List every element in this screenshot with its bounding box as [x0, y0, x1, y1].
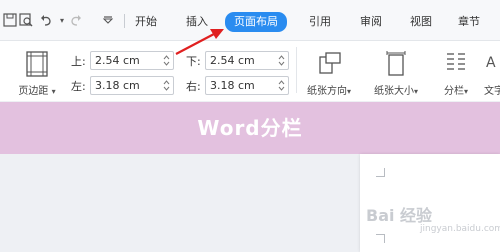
right-margin-value: 3.18 cm — [210, 79, 255, 92]
text-direction-button[interactable]: A 文字 — [480, 41, 500, 101]
bottom-margin-field[interactable]: 2.54 cm — [205, 51, 289, 70]
paper-size-label: 纸张大小▾ — [373, 86, 418, 97]
customize-icon[interactable] — [100, 12, 116, 28]
top-margin-value: 2.54 cm — [95, 54, 140, 67]
tab-page-layout[interactable]: 页面布局 — [225, 12, 287, 32]
page-corner-mark — [376, 168, 385, 177]
bottom-margin-spinner-icon[interactable] — [278, 54, 285, 67]
left-margin-label: 左: — [71, 80, 86, 93]
right-margin-label: 右: — [186, 80, 201, 93]
toolbar-divider — [124, 14, 125, 28]
text-direction-icon: A — [486, 55, 496, 71]
tab-insert[interactable]: 插入 — [186, 13, 208, 31]
print-preview-icon[interactable] — [18, 12, 34, 28]
paper-size-icon — [386, 51, 406, 76]
margins-label: 页边距 ▾ — [18, 86, 56, 97]
margins-button[interactable]: 页边距 ▾ — [12, 41, 62, 101]
margins-icon — [26, 51, 48, 77]
columns-button[interactable]: 分栏▾ — [434, 41, 478, 101]
ribbon-toolbar: 页边距 ▾ 上: 2.54 cm 左: 3.18 cm 下: 2.54 cm 右… — [0, 40, 500, 101]
tab-chapter[interactable]: 章节 — [458, 13, 480, 31]
right-margin-spinner-icon[interactable] — [278, 79, 285, 92]
tab-review[interactable]: 审阅 — [360, 13, 382, 31]
paper-size-button[interactable]: 纸张大小▾ — [366, 41, 426, 101]
save-icon[interactable] — [2, 12, 18, 28]
ribbon-divider — [296, 47, 297, 93]
orientation-icon — [319, 52, 341, 74]
title-banner: Word分栏 — [0, 102, 500, 154]
orientation-label: 纸张方向▾ — [306, 86, 351, 97]
right-margin-field[interactable]: 3.18 cm — [205, 76, 289, 95]
top-margin-label: 上: — [71, 55, 86, 68]
top-margin-spinner-icon[interactable] — [163, 54, 170, 67]
text-direction-label: 文字 — [484, 86, 500, 97]
bottom-margin-value: 2.54 cm — [210, 54, 255, 67]
columns-label: 分栏▾ — [443, 86, 468, 97]
left-margin-spinner-icon[interactable] — [163, 79, 170, 92]
bottom-margin-label: 下: — [186, 55, 201, 68]
tab-references[interactable]: 引用 — [309, 13, 331, 31]
left-margin-value: 3.18 cm — [95, 79, 140, 92]
svg-text:A: A — [486, 55, 496, 71]
page-corner-mark — [376, 234, 385, 243]
undo-icon[interactable] — [38, 12, 54, 28]
tab-home[interactable]: 开始 — [135, 13, 157, 31]
tab-view[interactable]: 视图 — [410, 13, 432, 31]
left-margin-field[interactable]: 3.18 cm — [90, 76, 174, 95]
watermark-url: jingyan.baidu.com — [420, 224, 500, 234]
redo-icon[interactable] — [68, 12, 84, 28]
banner-title: Word分栏 — [197, 116, 303, 140]
orientation-button[interactable]: 纸张方向▾ — [298, 41, 360, 101]
watermark-logo: Bai 经验 — [366, 206, 433, 225]
menu-bar: ▾ 开始 插入 页面布局 引用 审阅 视图 章节 — [0, 0, 500, 40]
top-margin-field[interactable]: 2.54 cm — [90, 51, 174, 70]
columns-icon — [447, 53, 465, 70]
